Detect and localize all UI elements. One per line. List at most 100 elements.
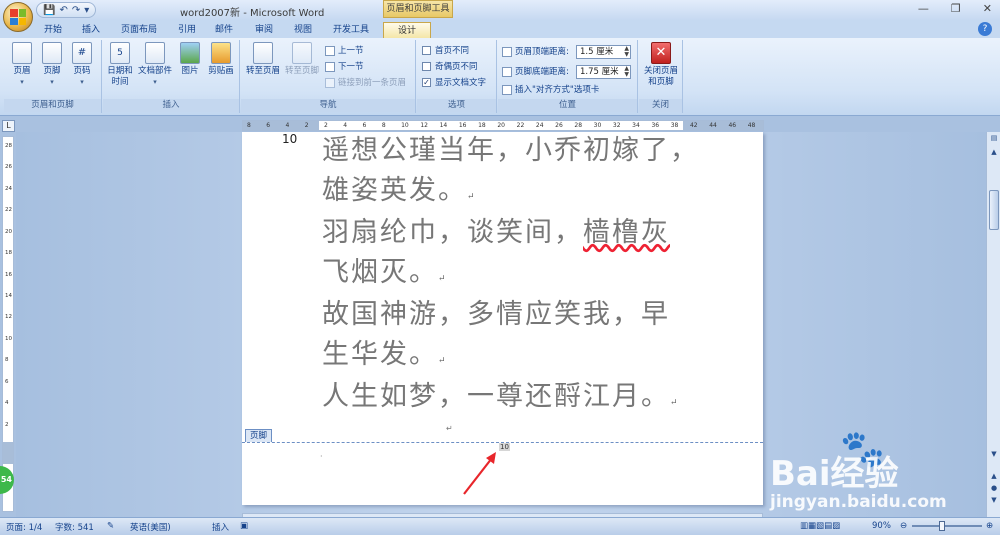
vruler-tick: 20: [5, 228, 12, 235]
status-insert-mode[interactable]: 插入: [212, 521, 229, 533]
close-header-footer-button[interactable]: ✕ 关闭页眉 和页脚: [641, 42, 681, 88]
next-section-button[interactable]: 下一节: [325, 60, 364, 74]
show-document-text-checkbox[interactable]: ✓ 显示文档文字: [422, 76, 486, 90]
save-icon[interactable]: 💾: [43, 5, 55, 16]
link-to-previous-button[interactable]: 链接到前一条页眉: [325, 76, 406, 90]
clipart-icon: [211, 42, 231, 64]
undo-icon[interactable]: ↶: [59, 5, 67, 16]
office-button[interactable]: [3, 2, 33, 32]
customize-qat-icon[interactable]: ▾: [84, 5, 89, 16]
ruler-tick: 8: [247, 122, 251, 129]
header-icon: [12, 42, 32, 64]
status-word-count[interactable]: 字数: 541: [55, 521, 94, 533]
status-page[interactable]: 页面: 1/4: [6, 521, 42, 533]
status-zoom[interactable]: 90%: [872, 521, 891, 531]
group-label-header-footer: 页眉和页脚: [4, 99, 101, 112]
close-x-icon: ✕: [651, 42, 671, 64]
vruler-tick: 16: [5, 271, 12, 278]
goto-header-button[interactable]: 转至页眉: [244, 42, 282, 77]
doc-parts-button[interactable]: 文档部件 ▾: [136, 42, 174, 88]
document-line[interactable]: 羽扇纶巾，谈笑间，樯橹灰: [322, 210, 670, 249]
group-insert: 5 日期和 时间 文档部件 ▾ 图片 剪贴画 插入: [103, 40, 240, 113]
view-buttons[interactable]: ▥▦▧▤▨: [800, 521, 840, 531]
footer-page-number[interactable]: 10: [499, 443, 510, 451]
document-line[interactable]: 故国神游，多情应笑我，早: [322, 292, 670, 331]
vruler-tick: 6: [5, 378, 9, 385]
document-line[interactable]: 雄姿英发。↵: [322, 168, 475, 207]
tab-developer[interactable]: 开发工具: [333, 22, 369, 38]
document-line[interactable]: 生华发。↵: [322, 332, 446, 371]
group-label-close: 关闭: [639, 99, 682, 112]
different-first-page-checkbox[interactable]: 首页不同: [422, 44, 469, 58]
insert-alignment-tab-button[interactable]: 插入"对齐方式"选项卡: [502, 83, 599, 97]
next-section-icon: [325, 61, 335, 72]
group-label-navigation: 导航: [241, 99, 415, 112]
ruler-tick: 6: [266, 122, 271, 129]
scroll-up-icon[interactable]: ▲: [989, 148, 999, 156]
scroll-thumb[interactable]: [989, 190, 999, 230]
zoom-in-icon[interactable]: ⊕: [986, 521, 993, 531]
footer-position-icon: [502, 66, 512, 77]
quick-access-toolbar: 💾 ↶ ↷ ▾: [36, 2, 97, 18]
watermark-url: jingyan.baidu.com: [770, 492, 947, 512]
tab-design[interactable]: 设计: [383, 22, 432, 38]
tab-mailings[interactable]: 邮件: [215, 22, 233, 38]
picture-button[interactable]: 图片: [177, 42, 203, 77]
window-controls: — ❐ ✕: [918, 2, 992, 15]
spin-arrows-icon[interactable]: ▲ ▼: [624, 66, 629, 78]
footer-label: 页脚: [245, 429, 273, 442]
vertical-ruler[interactable]: 28 26 24 22 20 18 16 14 12 10 8 6 4 2: [2, 136, 14, 512]
zoom-slider-knob[interactable]: [939, 521, 945, 531]
page-number-text: 10: [282, 132, 298, 146]
close-icon[interactable]: ✕: [983, 2, 992, 15]
goto-footer-button[interactable]: 转至页脚: [283, 42, 321, 77]
zoom-slider[interactable]: [912, 525, 982, 527]
tab-review[interactable]: 审阅: [255, 22, 273, 38]
redo-icon[interactable]: ↷: [72, 5, 80, 16]
tab-page-layout[interactable]: 页面布局: [121, 22, 157, 38]
header-top-distance-input[interactable]: 1.5 厘米 ▲ ▼: [576, 45, 631, 59]
document-page[interactable]: 10 遥想公瑾当年，小乔初嫁了， 雄姿英发。↵ 羽扇纶巾，谈笑间，樯橹灰 飞烟灭…: [242, 132, 763, 505]
clipart-button[interactable]: 剪贴画: [205, 42, 237, 77]
group-position: 页眉顶端距离: 1.5 厘米 ▲ ▼ 页脚底端距离: 1.75 厘米 ▲ ▼ 插入"对齐…: [498, 40, 638, 113]
tab-selector[interactable]: L: [2, 120, 15, 132]
document-line[interactable]: 人生如梦，一尊还酹江月。↵: [322, 374, 678, 413]
zoom-out-icon[interactable]: ⊖: [900, 521, 907, 531]
group-label-position: 位置: [498, 99, 637, 112]
ruler-tick: 46: [728, 122, 737, 129]
vruler-tick: 8: [5, 357, 9, 364]
tab-insert[interactable]: 插入: [82, 22, 100, 38]
minimize-icon[interactable]: —: [918, 2, 929, 15]
tab-references[interactable]: 引用: [178, 22, 196, 38]
misspelled-word[interactable]: 樯橹灰: [583, 217, 670, 248]
unchecked-icon: [422, 46, 431, 55]
page-number-button[interactable]: # 页码 ▾: [68, 42, 96, 88]
spin-arrows-icon[interactable]: ▲ ▼: [624, 46, 629, 58]
status-language[interactable]: 英语(美国): [130, 521, 171, 533]
picture-icon: [180, 42, 200, 64]
different-odd-even-checkbox[interactable]: 奇偶页不同: [422, 60, 478, 74]
footer-bottom-distance-input[interactable]: 1.75 厘米 ▲ ▼: [576, 65, 631, 79]
vruler-margin: [3, 442, 13, 464]
tab-view[interactable]: 视图: [294, 22, 312, 38]
vruler-tick: 18: [5, 250, 12, 257]
header-button[interactable]: 页眉 ▾: [8, 42, 36, 88]
tab-home[interactable]: 开始: [44, 22, 62, 38]
document-line[interactable]: 遥想公瑾当年，小乔初嫁了，: [322, 128, 699, 167]
help-icon[interactable]: ?: [978, 22, 992, 36]
macro-record-icon[interactable]: ▣: [240, 521, 248, 531]
restore-icon[interactable]: ❐: [951, 2, 961, 15]
date-time-button[interactable]: 5 日期和 时间: [105, 42, 135, 88]
previous-section-button[interactable]: 上一节: [325, 44, 364, 58]
group-navigation: 转至页眉 转至页脚 上一节 下一节 链接到前一条页眉 导航: [241, 40, 416, 113]
ruler-toggle-icon[interactable]: ▤: [989, 134, 999, 142]
ribbon: 页眉 ▾ 页脚 ▾ # 页码 ▾ 页眉和页脚 5 日期和 时间 文档部件 ▾ 图…: [0, 38, 1000, 116]
vruler-tick: 2: [5, 421, 9, 428]
goto-header-icon: [253, 42, 273, 64]
vruler-tick: 14: [5, 293, 12, 299]
footer-bottom-distance-label: 页脚底端距离:: [502, 65, 569, 79]
unchecked-icon: [422, 62, 431, 71]
spelling-check-icon[interactable]: ✎: [107, 521, 114, 531]
document-line[interactable]: 飞烟灭。↵: [322, 250, 446, 289]
footer-button[interactable]: 页脚 ▾: [38, 42, 66, 88]
